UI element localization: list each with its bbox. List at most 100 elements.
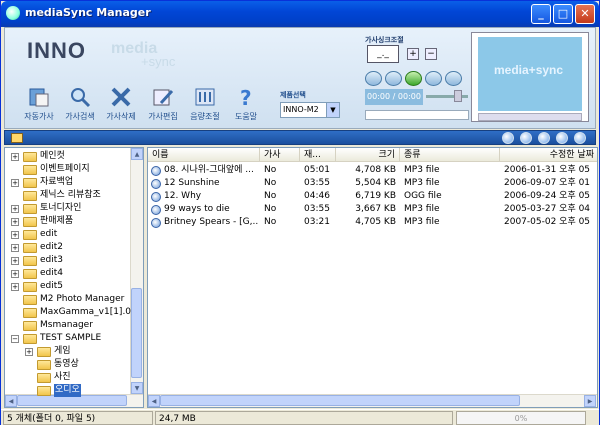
chevron-down-icon[interactable]: ▼ <box>326 103 339 117</box>
scroll-up-arrow[interactable]: ▲ <box>131 148 143 160</box>
expand-icon[interactable]: + <box>11 231 19 239</box>
tree-item-label: edit5 <box>40 281 64 291</box>
file-row[interactable]: Britney Spears - [G,... No 03:21 4,705 KB MP… <box>148 216 597 229</box>
status-count: 5 개체(폴더 0, 파일 5) <box>3 411 153 425</box>
collapse-icon[interactable]: − <box>11 335 19 343</box>
stop-button[interactable] <box>425 71 442 86</box>
file-row[interactable]: 99 ways to die No 03:55 3,667 KB MP3 file 200… <box>148 203 597 216</box>
files-hscroll-thumb[interactable] <box>160 395 520 406</box>
time-display: 00:00 / 00:00 <box>365 89 423 105</box>
tree-item-label: 자료백업 <box>40 177 74 187</box>
files-horizontal-scrollbar[interactable]: ◀ ▶ <box>148 394 597 407</box>
app-icon <box>6 6 20 20</box>
file-name: 99 ways to die <box>164 204 230 214</box>
new-folder-icon[interactable] <box>556 132 568 144</box>
tree-item-label: edit4 <box>40 268 64 278</box>
minimize-button[interactable]: _ <box>531 4 551 24</box>
folder-icon <box>23 191 37 201</box>
next-track-button[interactable] <box>445 71 462 86</box>
column-name[interactable]: 이름 <box>148 148 260 162</box>
product-select-group: 제품선택 INNO-M2 ▼ <box>280 90 340 118</box>
lyric-sync-minus-button[interactable]: − <box>425 48 437 60</box>
maximize-button[interactable]: □ <box>553 4 573 24</box>
folder-icon <box>37 347 51 357</box>
lyrics-search-button[interactable]: 가사검색 <box>60 86 100 122</box>
scroll-right-arrow[interactable]: ▶ <box>584 395 596 407</box>
forward-icon[interactable] <box>520 132 532 144</box>
auto-lyrics-label: 자동가사 <box>24 112 54 121</box>
file-row[interactable]: 12 Sunshine No 03:55 5,504 KB MP3 file 2006-0… <box>148 177 597 190</box>
volume-slider-handle[interactable] <box>454 90 462 102</box>
video-seek-bar[interactable] <box>478 113 582 121</box>
tree-item-label: 제닉스 리뷰참조 <box>40 190 101 200</box>
expand-icon[interactable]: + <box>25 348 33 356</box>
folder-icon <box>37 386 51 396</box>
expand-icon[interactable]: + <box>11 179 19 187</box>
file-date: 2006-01-31 오후 05 <box>504 165 591 175</box>
inno-logo: INNO <box>27 38 86 63</box>
column-size[interactable]: 크기 <box>336 148 400 162</box>
view-icon[interactable] <box>574 132 586 144</box>
folder-icon <box>23 165 37 175</box>
file-type: OGG file <box>404 191 442 201</box>
file-row[interactable]: 08. 시나위-그대앞에 ... No 05:01 4,708 KB MP3 file 2… <box>148 164 597 177</box>
folder-icon <box>23 217 37 227</box>
scroll-down-arrow[interactable]: ▼ <box>131 382 143 394</box>
tree-item-label: Msmanager <box>40 320 93 330</box>
lyrics-edit-button[interactable]: 가사편집 <box>143 86 183 122</box>
column-duration[interactable]: 재... <box>300 148 336 162</box>
expand-icon[interactable]: + <box>11 205 19 213</box>
column-date[interactable]: 수정한 날짜 <box>500 148 597 162</box>
auto-lyrics-button[interactable]: 자동가사 <box>19 86 59 122</box>
file-time: 03:55 <box>304 204 330 214</box>
expand-icon[interactable]: + <box>11 218 19 226</box>
up-folder-icon[interactable] <box>538 132 550 144</box>
scroll-left-arrow[interactable]: ◀ <box>148 395 160 407</box>
lyrics-delete-button[interactable]: 가사삭제 <box>101 86 141 122</box>
seek-bar[interactable] <box>365 110 469 120</box>
close-button[interactable]: ✕ <box>575 4 595 24</box>
expand-icon[interactable]: + <box>11 257 19 265</box>
column-lyrics[interactable]: 가사 <box>260 148 300 162</box>
file-time: 03:55 <box>304 178 330 188</box>
folder-icon <box>23 178 37 188</box>
tree-item-label: edit3 <box>40 255 64 265</box>
lyric-sync-value[interactable]: _._ <box>367 45 399 63</box>
expand-icon[interactable]: + <box>11 270 19 278</box>
help-button[interactable]: ? 도움말 <box>226 86 266 122</box>
lyric-sync-plus-button[interactable]: + <box>407 48 419 60</box>
pause-button[interactable] <box>385 71 402 86</box>
expand-icon[interactable]: + <box>11 244 19 252</box>
file-date: 2006-09-07 오후 01 <box>504 178 591 188</box>
play-button[interactable] <box>405 71 422 86</box>
tree-vertical-scrollbar[interactable]: ▲ ▼ <box>130 148 143 395</box>
lyrics-edit-label: 가사편집 <box>148 112 178 121</box>
status-size: 24,7 MB <box>155 411 453 425</box>
product-select[interactable]: INNO-M2 ▼ <box>280 102 340 118</box>
help-icon: ? <box>234 86 258 110</box>
prev-track-button[interactable] <box>365 71 382 86</box>
folder-tree: ▲ ▼ ◀ + 메인컷 이벤트페이지 + 자료백업 제닉스 리뷰참조 + 토너디자인 + 판매제품… <box>4 147 144 408</box>
folder-icon <box>23 152 37 162</box>
back-icon[interactable] <box>502 132 514 144</box>
folder-icon <box>37 373 51 383</box>
folder-icon <box>23 295 37 305</box>
tree-item-label: M2 Photo Manager <box>40 294 125 304</box>
file-row[interactable]: 12. Why No 04:46 6,719 KB OGG file 2006-09-24… <box>148 190 597 203</box>
file-type: MP3 file <box>404 178 440 188</box>
audio-file-icon <box>151 192 161 202</box>
expand-icon[interactable]: + <box>11 283 19 291</box>
video-logo: media+sync <box>494 63 564 77</box>
file-date: 2007-05-02 오후 05 <box>504 217 591 227</box>
folder-icon <box>23 321 37 331</box>
volume-adjust-button[interactable]: 음량조절 <box>185 86 225 122</box>
tree-scroll-thumb[interactable] <box>131 288 142 378</box>
app-window: mediaSync Manager _ □ ✕ INNO media +sync… <box>0 0 600 425</box>
expand-icon[interactable]: + <box>11 153 19 161</box>
column-type[interactable]: 종류 <box>400 148 500 162</box>
audio-file-icon <box>151 218 161 228</box>
file-list: 이름 가사 재... 크기 종류 수정한 날짜 08. 시나위-그대앞에 ...… <box>147 147 598 408</box>
tree-item-label: edit2 <box>40 242 64 252</box>
scroll-left-arrow[interactable]: ◀ <box>5 395 17 407</box>
file-type: MP3 file <box>404 217 440 227</box>
